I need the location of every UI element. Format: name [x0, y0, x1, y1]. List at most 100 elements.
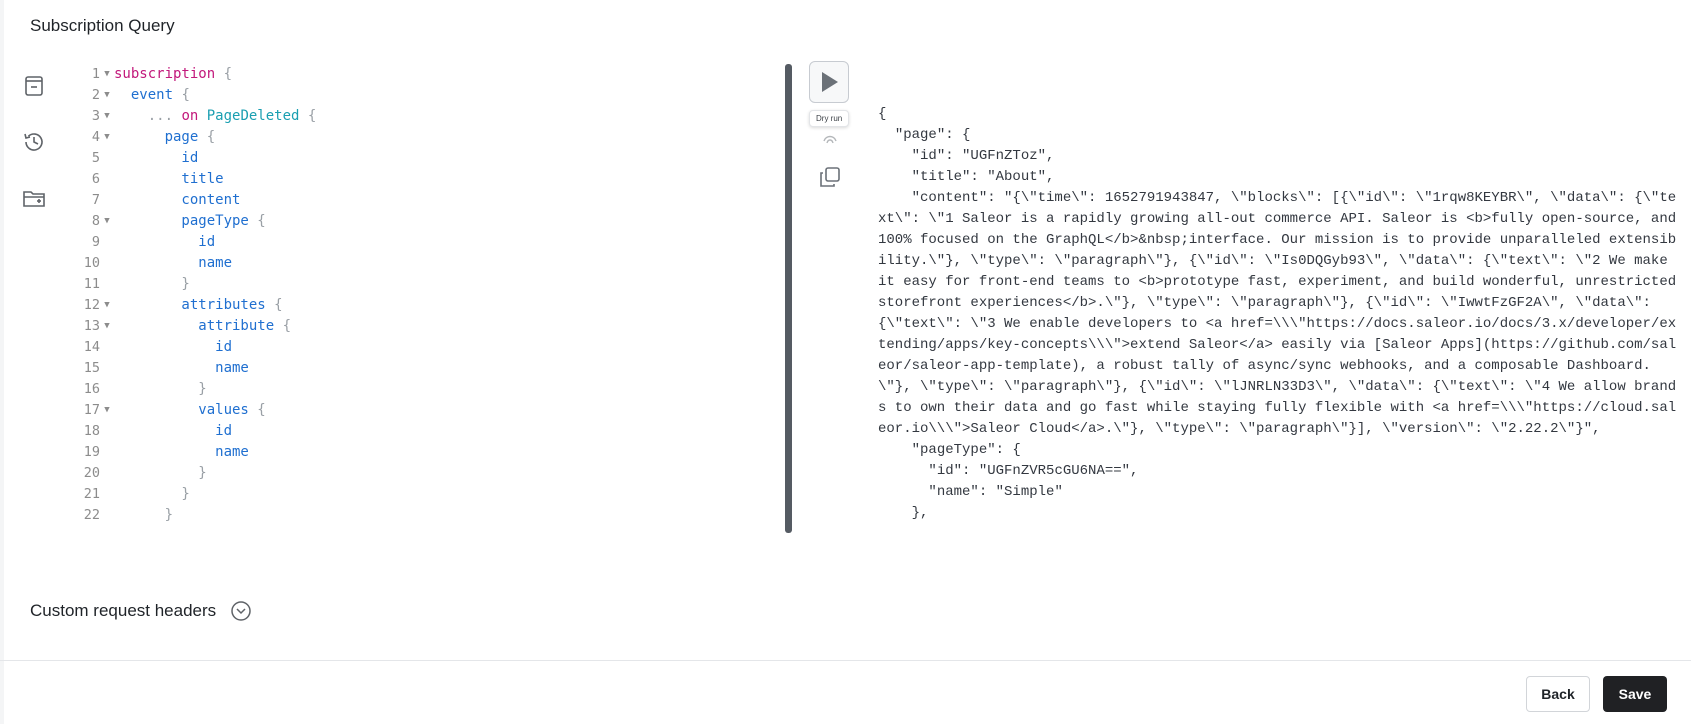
code-line[interactable]: 18 id: [80, 421, 780, 442]
code-token: }: [114, 276, 190, 292]
fold-arrow-icon[interactable]: ▼: [100, 85, 114, 106]
code-token: page: [114, 129, 199, 145]
code-token: ...: [114, 108, 182, 124]
line-number: 8: [91, 213, 100, 229]
code-text: name: [114, 358, 249, 379]
code-text: id: [114, 337, 232, 358]
code-token: on: [181, 108, 199, 124]
line-number: 11: [83, 276, 100, 292]
line-number: 17: [83, 402, 100, 418]
code-token: }: [114, 507, 174, 523]
code-line[interactable]: 15 name: [80, 358, 780, 379]
code-line[interactable]: 22 }: [80, 505, 780, 526]
line-number: 1: [91, 66, 100, 82]
line-number: 22: [83, 507, 100, 523]
code-token: pageType: [114, 213, 249, 229]
line-number: 6: [91, 171, 100, 187]
code-text: title: [114, 169, 224, 190]
fold-arrow-icon[interactable]: ▼: [100, 400, 114, 421]
code-token: {: [248, 402, 266, 418]
fingerprint-icon: [823, 135, 837, 144]
result-line: "id": "UGFnZToz",: [878, 148, 1055, 164]
result-line: "name": "Simple": [878, 484, 1063, 500]
result-line: "id": "UGFnZVR5cGU6NA==",: [878, 463, 1139, 479]
code-token: id: [114, 234, 216, 250]
fold-arrow-icon[interactable]: ▼: [100, 64, 114, 85]
code-text: name: [114, 442, 249, 463]
line-number: 16: [83, 381, 100, 397]
code-line[interactable]: 19 name: [80, 442, 780, 463]
code-token: }: [114, 486, 190, 502]
document-icon[interactable]: [20, 72, 48, 100]
left-edge: [0, 0, 4, 724]
line-number: 4: [91, 129, 100, 145]
code-line[interactable]: 1 ▼ subscription {: [80, 64, 780, 85]
code-token: {: [265, 297, 283, 313]
code-text: }: [114, 505, 173, 526]
code-line[interactable]: 17 ▼ values {: [80, 400, 780, 421]
line-number: 3: [91, 108, 100, 124]
result-line: },: [878, 505, 929, 521]
code-token: title: [114, 171, 224, 187]
fold-arrow-icon[interactable]: ▼: [100, 211, 114, 232]
resize-handle[interactable]: [785, 64, 792, 533]
code-token: values: [114, 402, 249, 418]
code-line[interactable]: 7 content: [80, 190, 780, 211]
code-line[interactable]: 6 title: [80, 169, 780, 190]
code-line[interactable]: 4 ▼ page {: [80, 127, 780, 148]
code-token: attribute: [114, 318, 275, 334]
code-line[interactable]: 10 name: [80, 253, 780, 274]
fold-arrow-icon[interactable]: ▼: [100, 127, 114, 148]
code-text: id: [114, 421, 232, 442]
code-text: event {: [114, 85, 190, 106]
chevron-down-icon[interactable]: [230, 600, 252, 622]
code-line[interactable]: 11 }: [80, 274, 780, 295]
code-line[interactable]: 8 ▼ pageType {: [80, 211, 780, 232]
code-line[interactable]: 9 id: [80, 232, 780, 253]
code-line[interactable]: 21 }: [80, 484, 780, 505]
code-line[interactable]: 16 }: [80, 379, 780, 400]
folder-add-icon[interactable]: [20, 184, 48, 212]
code-line[interactable]: 2 ▼ event {: [80, 85, 780, 106]
line-number: 13: [83, 318, 100, 334]
code-text: id: [114, 232, 215, 253]
code-line[interactable]: 14 id: [80, 337, 780, 358]
code-line[interactable]: 12 ▼ attributes {: [80, 295, 780, 316]
code-line[interactable]: 5 id: [80, 148, 780, 169]
save-button[interactable]: Save: [1603, 676, 1667, 712]
fold-arrow-icon[interactable]: ▼: [100, 316, 114, 337]
code-token: {: [215, 66, 233, 82]
code-token: id: [114, 339, 233, 355]
fold-arrow-icon[interactable]: ▼: [100, 106, 114, 127]
history-icon[interactable]: [20, 128, 48, 156]
code-text: attribute {: [114, 316, 291, 337]
custom-headers-label: Custom request headers: [30, 601, 217, 620]
code-line[interactable]: 3 ▼ ... on PageDeleted {: [80, 106, 780, 127]
code-line[interactable]: 20 }: [80, 463, 780, 484]
line-number: 19: [83, 444, 100, 460]
line-number: 7: [91, 192, 100, 208]
code-text: values {: [114, 400, 266, 421]
copy-icon[interactable]: [818, 165, 842, 189]
query-editor[interactable]: 1 ▼ subscription {2 ▼ event {3 ▼ ... on Page…: [80, 64, 780, 534]
dry-run-button[interactable]: [809, 61, 849, 103]
code-token: PageDeleted: [198, 108, 300, 124]
code-token: event: [114, 87, 174, 103]
line-number: 18: [83, 423, 100, 439]
code-text: }: [114, 463, 206, 484]
code-token: {: [274, 318, 292, 334]
code-token: {: [173, 87, 190, 103]
code-line[interactable]: 13 ▼ attribute {: [80, 316, 780, 337]
result-line: "page": {: [878, 127, 971, 143]
result-line: "title": "About",: [878, 169, 1055, 185]
side-toolbar: [20, 72, 48, 240]
fold-arrow-icon[interactable]: ▼: [100, 295, 114, 316]
back-button[interactable]: Back: [1526, 676, 1590, 712]
line-number: 5: [91, 150, 100, 166]
